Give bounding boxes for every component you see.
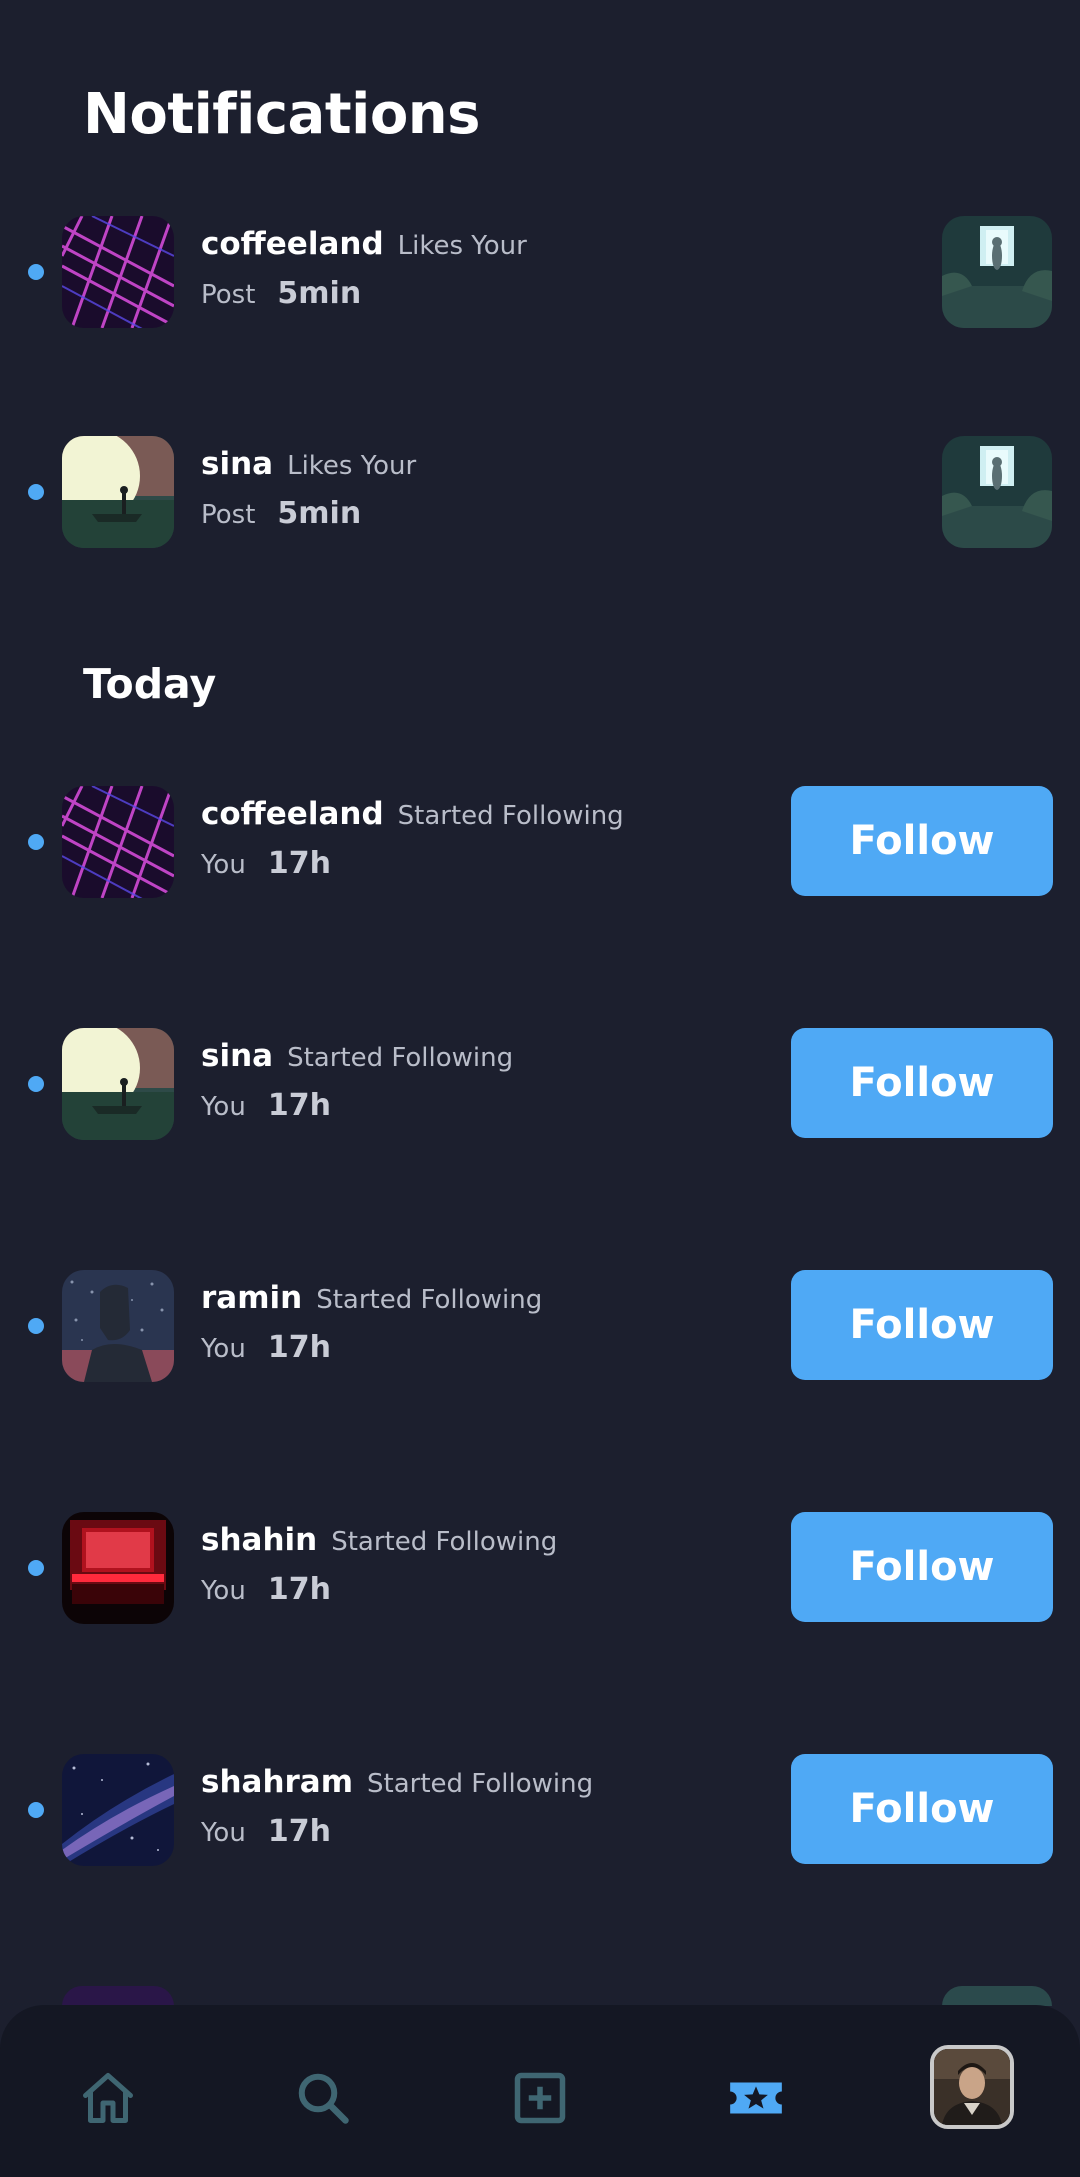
timestamp: 17h xyxy=(267,1088,331,1123)
avatar[interactable] xyxy=(62,786,174,898)
username[interactable]: shahin xyxy=(201,1522,317,1558)
post-thumbnail-image xyxy=(942,216,1052,328)
home-icon[interactable] xyxy=(65,2055,151,2141)
post-thumbnail[interactable] xyxy=(942,216,1052,328)
keyboard-avatar-image xyxy=(62,786,174,898)
timestamp: 5min xyxy=(277,276,362,311)
unread-dot xyxy=(28,264,44,280)
username[interactable]: sina xyxy=(201,1038,273,1074)
username[interactable]: coffeeland xyxy=(201,226,384,262)
notification-action: Started Following xyxy=(397,801,624,831)
unread-dot xyxy=(28,1076,44,1092)
notification-row[interactable]: coffeeland Likes Your Post 5min xyxy=(0,216,1080,328)
partial-notification-row xyxy=(0,1986,1080,2006)
notification-action-cont: You xyxy=(201,850,246,880)
bottom-nav xyxy=(0,2005,1080,2177)
notification-action-cont: You xyxy=(201,1092,246,1122)
profile-avatar[interactable] xyxy=(930,2045,1014,2129)
notification-row[interactable]: shahram Started Following You 17h Follow xyxy=(0,1754,1080,1866)
moai-avatar-image xyxy=(62,1270,174,1382)
username[interactable]: sina xyxy=(201,446,273,482)
notification-row[interactable]: coffeeland Started Following You 17h Fol… xyxy=(0,786,1080,898)
post-thumbnail[interactable] xyxy=(942,436,1052,548)
follow-button[interactable]: Follow xyxy=(791,786,1053,896)
timestamp: 5min xyxy=(277,496,362,531)
exit-sign-avatar-image xyxy=(62,1512,174,1624)
moon-boat-avatar-image xyxy=(62,436,174,548)
notification-action-cont: Post xyxy=(201,280,256,310)
moon-boat-avatar-image xyxy=(62,1028,174,1140)
username[interactable]: shahram xyxy=(201,1764,353,1800)
timestamp: 17h xyxy=(267,1330,331,1365)
notifications-screen: Notifications coffeeland Likes Your Post… xyxy=(0,0,1080,2177)
follow-button[interactable]: Follow xyxy=(791,1754,1053,1864)
notification-action: Started Following xyxy=(287,1043,514,1073)
unread-dot xyxy=(28,1560,44,1576)
notification-row[interactable]: sina Started Following You 17h Follow xyxy=(0,1028,1080,1140)
notification-action-cont: You xyxy=(201,1818,246,1848)
notification-action: Started Following xyxy=(316,1285,543,1315)
search-icon[interactable] xyxy=(280,2055,366,2141)
follow-button[interactable]: Follow xyxy=(791,1028,1053,1138)
unread-dot xyxy=(28,1318,44,1334)
notification-action-cont: Post xyxy=(201,500,256,530)
page-title: Notifications xyxy=(83,82,480,147)
keyboard-avatar-image xyxy=(62,216,174,328)
notification-row[interactable]: sina Likes Your Post 5min xyxy=(0,436,1080,548)
notification-action: Started Following xyxy=(331,1527,558,1557)
unread-dot xyxy=(28,834,44,850)
unread-dot xyxy=(28,1802,44,1818)
post-thumbnail-image xyxy=(942,436,1052,548)
section-title-today: Today xyxy=(83,660,217,708)
activity-icon[interactable] xyxy=(713,2055,799,2141)
avatar[interactable] xyxy=(62,1028,174,1140)
notification-action: Likes Your xyxy=(287,451,417,481)
avatar[interactable] xyxy=(62,436,174,548)
timestamp: 17h xyxy=(267,1572,331,1607)
follow-button[interactable]: Follow xyxy=(791,1270,1053,1380)
username[interactable]: coffeeland xyxy=(201,796,384,832)
notification-action-cont: You xyxy=(201,1334,246,1364)
notification-action: Started Following xyxy=(367,1769,594,1799)
follow-button[interactable]: Follow xyxy=(791,1512,1053,1622)
avatar[interactable] xyxy=(62,1270,174,1382)
notification-row[interactable]: ramin Started Following You 17h Follow xyxy=(0,1270,1080,1382)
profile-avatar-image xyxy=(934,2049,1010,2125)
notification-action-cont: You xyxy=(201,1576,246,1606)
avatar[interactable] xyxy=(62,1754,174,1866)
avatar[interactable] xyxy=(62,216,174,328)
timestamp: 17h xyxy=(267,1814,331,1849)
galaxy-avatar-image xyxy=(62,1754,174,1866)
timestamp: 17h xyxy=(267,846,331,881)
notification-action: Likes Your xyxy=(397,231,527,261)
notification-row[interactable]: shahin Started Following You 17h Follow xyxy=(0,1512,1080,1624)
username[interactable]: ramin xyxy=(201,1280,302,1316)
add-post-icon[interactable] xyxy=(497,2055,583,2141)
unread-dot xyxy=(28,484,44,500)
avatar[interactable] xyxy=(62,1512,174,1624)
